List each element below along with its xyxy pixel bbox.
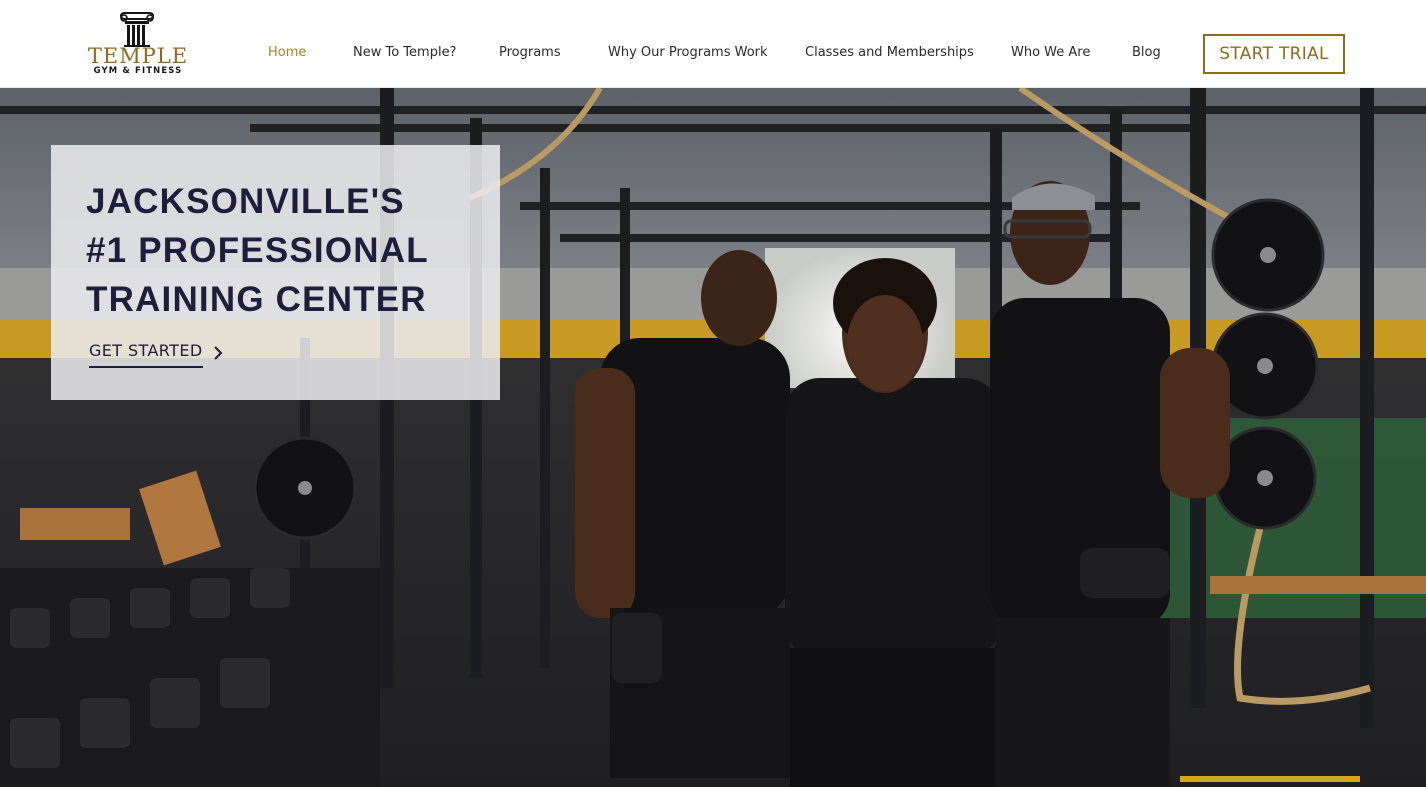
nav-item-classes-and-memberships[interactable]: Classes and Memberships [805, 45, 974, 61]
nav-item-who-we-are[interactable]: Who We Are [1011, 45, 1090, 61]
nav-item-blog[interactable]: Blog [1132, 45, 1161, 61]
site-header: TEMPLE GYM & FITNESS Home New To Temple?… [0, 0, 1426, 88]
nav-item-why-our-programs-work[interactable]: Why Our Programs Work [608, 45, 768, 61]
hero-headline-line: #1 PROFESSIONAL [86, 231, 429, 270]
hero-callout-panel: JACKSONVILLE'S #1 PROFESSIONAL TRAINING … [51, 145, 500, 400]
get-started-link[interactable]: GET STARTED [89, 339, 229, 369]
nav-item-home[interactable]: Home [268, 45, 306, 61]
brand-logo[interactable]: TEMPLE GYM & FITNESS [82, 12, 194, 75]
hero-headline-line: TRAINING CENTER [86, 280, 427, 319]
hero-section: JACKSONVILLE'S #1 PROFESSIONAL TRAINING … [0, 88, 1426, 787]
nav-item-new-to-temple[interactable]: New To Temple? [353, 45, 456, 61]
start-trial-button[interactable]: START TRIAL [1203, 34, 1345, 74]
column-capital-icon [119, 12, 155, 47]
nav-item-programs[interactable]: Programs [499, 45, 561, 61]
get-started-label: GET STARTED [89, 341, 203, 360]
hero-headline: JACKSONVILLE'S #1 PROFESSIONAL TRAINING … [86, 177, 486, 324]
brand-name: TEMPLE [87, 44, 189, 68]
chevron-right-icon [214, 346, 223, 360]
get-started-underline [89, 366, 203, 368]
brand-tagline: GYM & FITNESS [93, 65, 183, 75]
hero-headline-line: JACKSONVILLE'S [86, 182, 405, 221]
